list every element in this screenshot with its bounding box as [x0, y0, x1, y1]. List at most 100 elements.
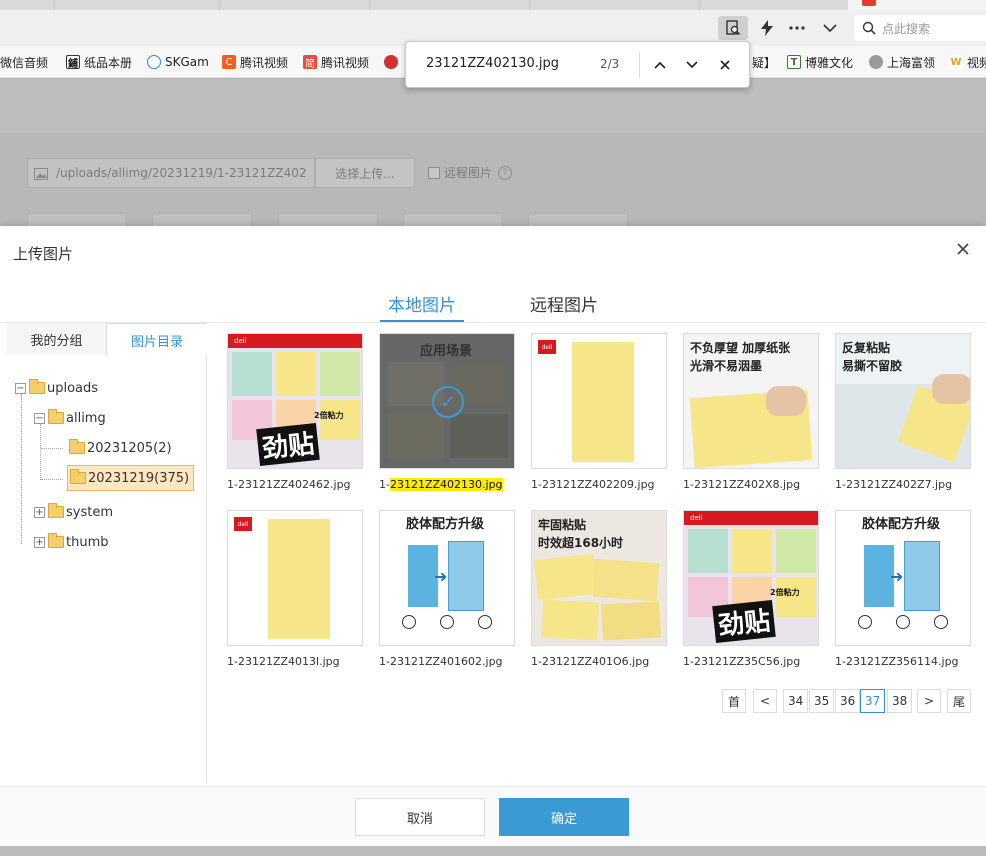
thumb-caption: 反复粘贴 — [842, 341, 891, 355]
image-filename: 1-23121ZZ401O6.jpg — [531, 655, 650, 668]
image-thumbnail[interactable]: deli — [227, 510, 363, 646]
image-thumbnail[interactable]: deli — [531, 333, 667, 469]
page-first-button[interactable]: 首 — [722, 689, 746, 713]
tab-image-directory[interactable]: 图片目录 — [107, 323, 207, 356]
tree-node-20231205[interactable]: 20231205(2) — [69, 437, 172, 459]
image-thumbnail[interactable]: deli 劲贴 2倍粘力 — [683, 510, 819, 646]
browser-tab[interactable] — [220, 0, 370, 10]
tree-node-allimg[interactable]: − allimg — [34, 407, 106, 429]
help-icon[interactable]: ? — [498, 165, 513, 180]
bookmark-item[interactable]: 上海富领 — [869, 53, 939, 71]
page-button[interactable]: 36 — [835, 689, 861, 713]
page-prev-button[interactable]: < — [753, 689, 777, 713]
image-filename: 1-23121ZZ402462.jpg — [227, 478, 351, 491]
dialog-close-button[interactable] — [952, 238, 974, 260]
browser-tab[interactable] — [0, 0, 55, 10]
page-button[interactable]: 38 — [887, 689, 913, 713]
folder-icon — [48, 533, 64, 548]
tree-node-thumb[interactable]: + thumb — [34, 531, 109, 553]
more-icon[interactable] — [782, 16, 812, 40]
close-icon — [720, 60, 730, 70]
tree-label: 20231219(375) — [88, 470, 190, 486]
jintie-label: 劲贴 — [256, 422, 320, 467]
tab-local-images[interactable]: 本地图片 — [380, 284, 464, 322]
favicon-icon — [862, 0, 876, 6]
tree-node-20231219[interactable]: 20231219(375) — [67, 465, 195, 491]
find-in-page-icon[interactable] — [718, 16, 748, 40]
image-thumbnail[interactable]: 反复粘贴 易撕不留胶 — [835, 333, 971, 469]
find-close-button[interactable] — [714, 54, 736, 76]
image-filename: 1-23121ZZ356114.jpg — [835, 655, 959, 668]
remote-image-checkbox[interactable]: 远程图片 ? — [428, 164, 513, 181]
close-icon — [957, 243, 969, 255]
page-button[interactable]: 35 — [809, 689, 835, 713]
page-next-button[interactable]: > — [917, 689, 941, 713]
bookmark-item[interactable]: C 腾讯视频 — [222, 53, 294, 71]
tree-label: allimg — [66, 410, 106, 426]
bookmark-label: 纸品本册 — [84, 55, 133, 70]
feature-icon — [440, 615, 454, 629]
bookmark-item[interactable]: SKGam — [147, 53, 209, 71]
search-icon — [862, 21, 876, 35]
tree-label: uploads — [47, 380, 99, 396]
find-next-button[interactable] — [681, 54, 703, 76]
thumb-caption: 牢固粘贴 — [538, 518, 587, 532]
image-thumbnail[interactable]: 胶体配方升级 ➜ — [379, 510, 515, 646]
dialog-tabs: 本地图片 远程图片 — [0, 284, 986, 324]
bookmark-label: 腾讯视频 — [240, 55, 289, 70]
page-last-button[interactable]: 尾 — [947, 689, 971, 713]
arrow-right-icon: ➜ — [434, 567, 448, 586]
folder-icon — [29, 379, 45, 394]
image-thumbnail[interactable]: 应用场景 ✓ — [379, 333, 515, 469]
image-thumbnail[interactable]: 不负厚望 加厚纸张 光滑不易洇墨 — [683, 333, 819, 469]
browser-tab[interactable] — [530, 0, 700, 10]
select-upload-button[interactable]: 选择上传... — [315, 158, 415, 188]
bookmark-item[interactable] — [384, 53, 404, 71]
image-thumbnail[interactable]: 牢固粘贴 时效超168小时 — [531, 510, 667, 646]
brand-label: deli — [684, 511, 818, 525]
expand-icon[interactable]: + — [34, 536, 45, 548]
folder-icon — [48, 409, 64, 424]
image-thumbnail[interactable]: 胶体配方升级 ➜ — [835, 510, 971, 646]
cancel-button[interactable]: 取消 — [355, 798, 485, 836]
browser-search-input[interactable]: 点此搜索 — [854, 15, 986, 41]
confirm-button[interactable]: 确定 — [499, 798, 629, 836]
expand-icon[interactable]: + — [34, 506, 45, 518]
bookmark-label: 博雅文化 — [805, 55, 854, 70]
bookmark-item[interactable]: T 博雅文化 — [787, 53, 857, 71]
browser-tab[interactable] — [55, 0, 220, 10]
search-placeholder: 点此搜索 — [882, 21, 931, 36]
page-button-current[interactable]: 37 — [860, 689, 886, 713]
bookmark-item[interactable]: 微信音频 — [0, 53, 57, 71]
lightning-icon[interactable] — [752, 16, 782, 40]
bookmark-label: 视频 — [967, 55, 986, 70]
collapse-icon[interactable]: − — [34, 412, 45, 424]
tree-node-uploads[interactable]: − uploads — [15, 377, 98, 399]
tree-node-system[interactable]: + system — [34, 501, 113, 523]
t-icon: T — [787, 55, 801, 69]
brand-badge: deli — [538, 340, 556, 354]
bookmark-label: SKGam — [165, 55, 209, 69]
bookmark-item[interactable]: 疑】 — [752, 53, 776, 71]
bookmark-item[interactable]: W 视频 — [949, 53, 986, 71]
image-icon — [34, 168, 48, 180]
bookmark-item[interactable]: 简腾讯视频 — [303, 53, 373, 71]
browser-tab-active[interactable] — [848, 0, 986, 10]
collapse-icon[interactable]: − — [15, 382, 26, 394]
thumb-caption: 光滑不易洇墨 — [690, 359, 763, 373]
image-thumbnail[interactable]: deli 劲贴 2倍粘力 — [227, 333, 363, 469]
thumb-caption: 时效超168小时 — [538, 536, 624, 550]
find-previous-button[interactable] — [649, 54, 671, 76]
dialog-title: 上传图片 — [13, 245, 74, 263]
chevron-down-icon[interactable] — [815, 16, 845, 40]
tab-my-groups[interactable]: 我的分组 — [7, 323, 107, 355]
browser-tab[interactable] — [370, 0, 530, 10]
image-path-field[interactable]: /uploads/allimg/20231219/1-23121ZZ402 — [27, 158, 315, 188]
thumb-caption: 胶体配方升级 — [406, 517, 485, 532]
page-button[interactable]: 34 — [783, 689, 809, 713]
jian-icon: 简 — [303, 55, 317, 70]
bookmark-item[interactable]: 鋪纸品本册 — [66, 53, 138, 71]
find-query-input[interactable]: 23121ZZ402130.jpg — [426, 56, 559, 71]
image-filename: 1-23121ZZ402X8.jpg — [683, 478, 801, 491]
tab-remote-images[interactable]: 远程图片 — [522, 284, 606, 322]
